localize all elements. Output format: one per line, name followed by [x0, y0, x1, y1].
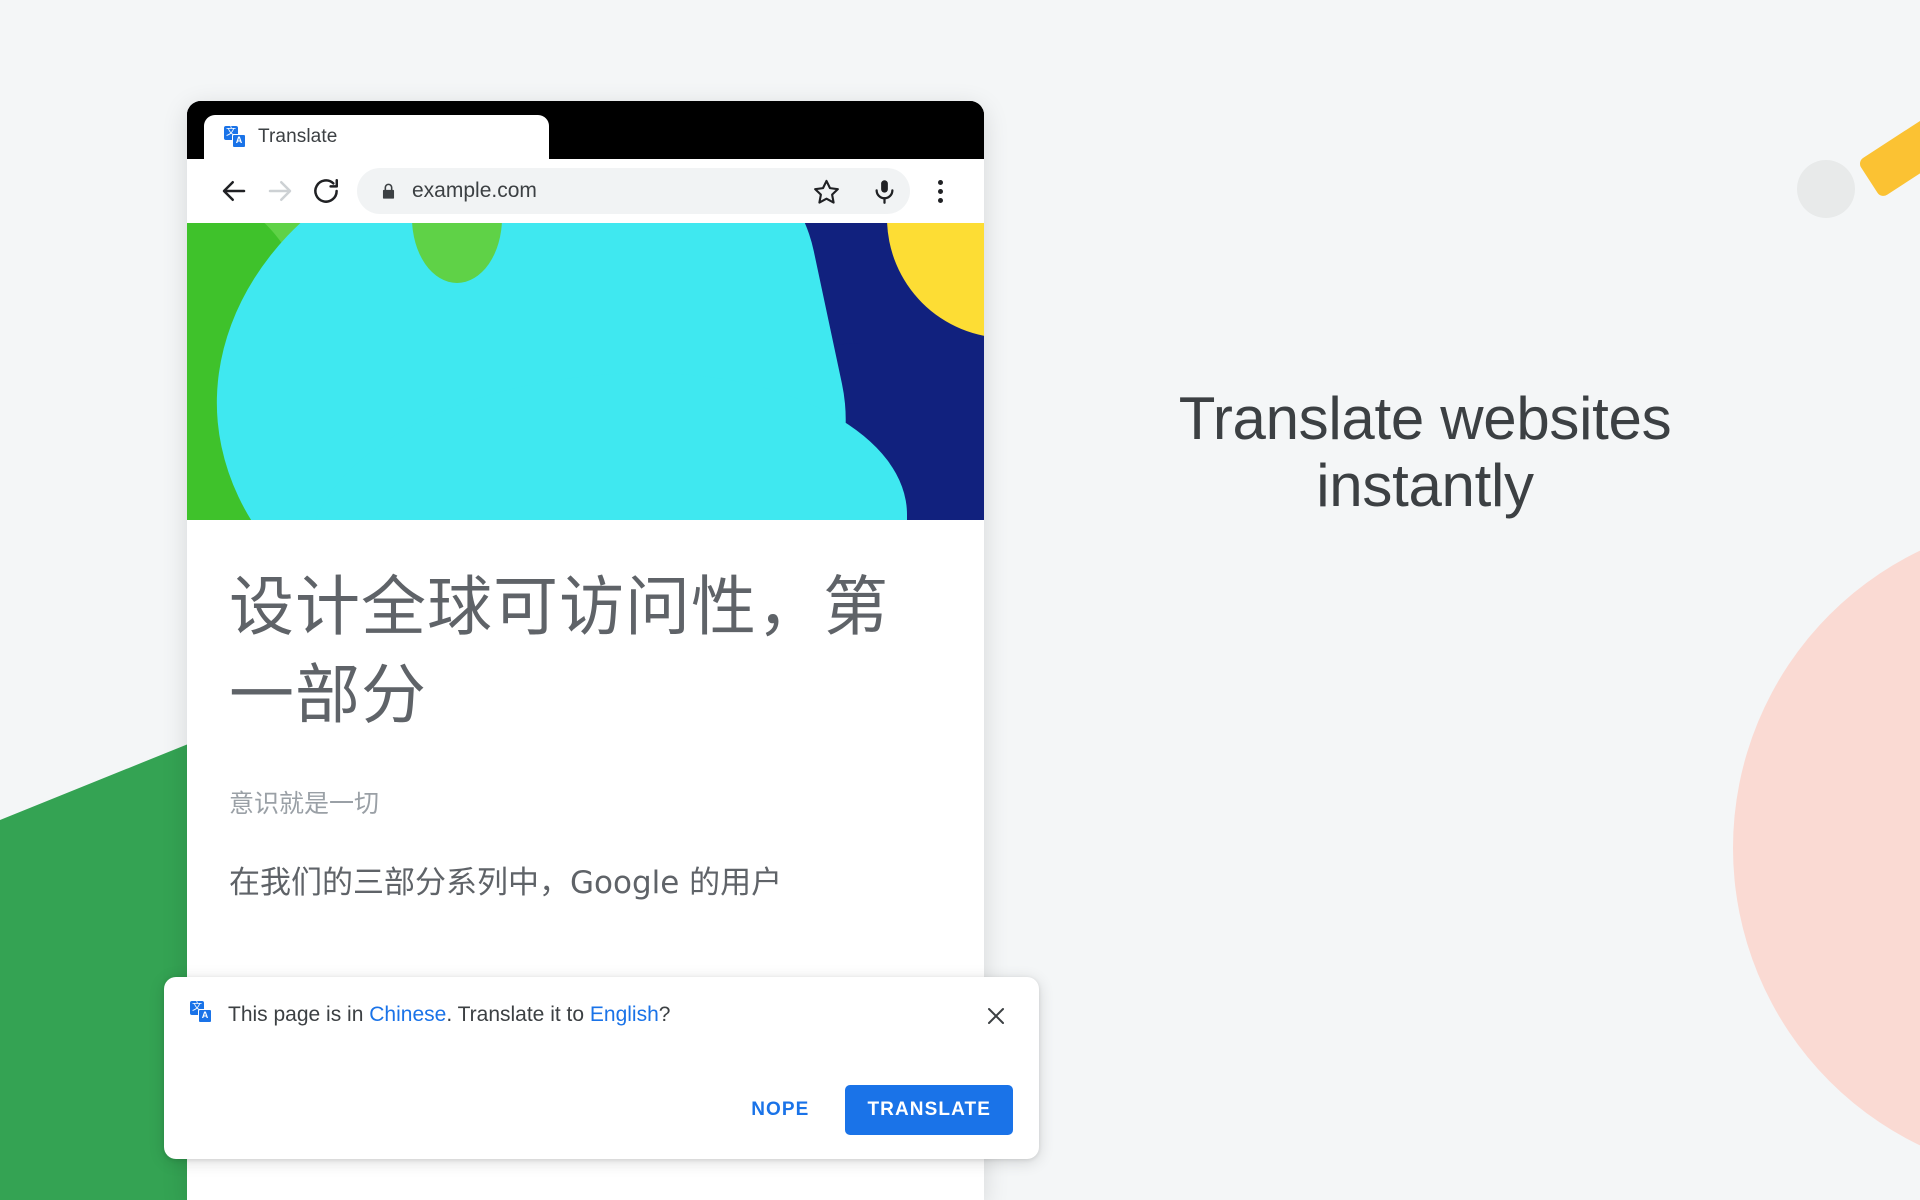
caption-line-1: Translate websites	[1178, 385, 1672, 452]
back-arrow-icon[interactable]	[211, 168, 257, 214]
tab-title: Translate	[258, 126, 338, 147]
menu-dot	[937, 197, 943, 203]
translate-icon: 文 A	[224, 126, 246, 148]
nope-button[interactable]: NOPE	[733, 1087, 827, 1133]
hero-image	[187, 223, 984, 520]
target-language-link[interactable]: English	[590, 1003, 659, 1026]
article: 设计全球可访问性，第一部分 意识就是一切 在我们的三部分系列中，Google 的…	[187, 520, 984, 906]
translate-button[interactable]: TRANSLATE	[845, 1085, 1013, 1135]
reload-icon[interactable]	[303, 168, 349, 214]
infobar-header: 文 A This page is in Chinese. Translate i…	[190, 999, 1013, 1033]
menu-dot	[937, 179, 943, 185]
tab-strip: 文 A Translate	[187, 101, 984, 159]
translate-icon-target-char: A	[232, 134, 246, 148]
lock-icon	[379, 182, 398, 201]
infobar-message-prefix: This page is in	[228, 1003, 370, 1026]
infobar-actions: NOPE TRANSLATE	[733, 1085, 1013, 1135]
star-icon[interactable]	[804, 169, 848, 213]
caption-line-2: instantly	[1316, 452, 1534, 520]
infobar-message: This page is in Chinese. Translate it to…	[228, 999, 963, 1028]
microphone-icon[interactable]	[862, 169, 906, 213]
article-headline: 设计全球可访问性，第一部分	[229, 570, 890, 733]
promo-screenshot: 文 A Translate example.com 设计全球可访问性，第一部分 …	[0, 0, 1920, 1200]
page-title: Translate websites instantly	[1055, 385, 1795, 519]
translate-icon: 文 A	[190, 1001, 212, 1023]
url-text: example.com	[412, 179, 537, 202]
infobar-message-middle: . Translate it to	[446, 1003, 590, 1026]
source-language-link[interactable]: Chinese	[369, 1003, 446, 1026]
decorative-yellow-bar	[1857, 85, 1920, 199]
address-bar[interactable]: example.com	[357, 168, 910, 214]
forward-arrow-icon	[257, 168, 303, 214]
decorative-gray-circle	[1797, 160, 1855, 218]
translate-infobar: 文 A This page is in Chinese. Translate i…	[164, 977, 1039, 1159]
tab-translate[interactable]: 文 A Translate	[204, 115, 549, 159]
decorative-pink-circle	[1733, 518, 1920, 1178]
article-body: 在我们的三部分系列中，Google 的用户	[229, 864, 783, 901]
infobar-message-suffix: ?	[658, 1003, 671, 1026]
close-icon[interactable]	[979, 999, 1013, 1033]
menu-dot	[937, 188, 943, 194]
three-dot-menu-icon[interactable]	[918, 168, 962, 214]
browser-toolbar: example.com	[187, 159, 984, 223]
translate-icon-target-char: A	[198, 1009, 212, 1023]
article-subtitle: 意识就是一切	[229, 788, 380, 818]
